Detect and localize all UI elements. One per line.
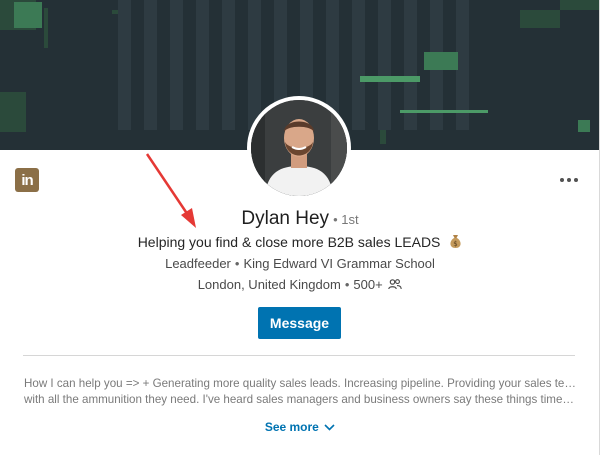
more-options-icon[interactable] [560,175,580,185]
connections-icon [388,279,403,290]
name-row: Dylan Hey • 1st [0,208,599,230]
connection-degree: • 1st [333,212,359,227]
connections-count[interactable]: 500+ [353,277,382,292]
location: London, United Kingdom [197,277,341,292]
linkedin-logo-text: in [21,171,33,189]
company-name[interactable]: Leadfeeder [165,256,231,271]
money-bag-icon: $ [450,235,461,248]
profile-summary: How I can help you => + Generating more … [24,376,576,408]
linkedin-icon[interactable]: in [15,168,39,192]
message-button[interactable]: Message [258,307,341,339]
summary-line-2: with all the ammunition they need. I've … [24,393,576,406]
separator: • [344,277,350,292]
svg-text:$: $ [454,240,458,248]
profile-name: Dylan Hey [241,208,330,229]
location-row: London, United Kingdom • 500+ [0,277,599,292]
avatar-frame[interactable] [247,96,351,200]
summary-line-1: How I can help you => + Generating more … [24,377,576,390]
see-more-label: See more [264,420,319,434]
profile-photo [251,100,347,196]
divider [23,355,575,356]
experience-row: Leadfeeder • King Edward VI Grammar School [0,256,599,271]
avatar[interactable] [251,100,347,196]
school-name[interactable]: King Edward VI Grammar School [243,256,434,271]
chevron-down-icon [324,424,335,431]
profile-card: in Dylan Hey • 1st Helping you find & clo… [0,0,600,455]
profile-headline: Helping you find & close more B2B sales … [137,234,441,250]
separator: • [234,256,240,271]
see-more-button[interactable]: See more [0,420,599,434]
profile-headline-row: Helping you find & close more B2B sales … [0,234,599,250]
